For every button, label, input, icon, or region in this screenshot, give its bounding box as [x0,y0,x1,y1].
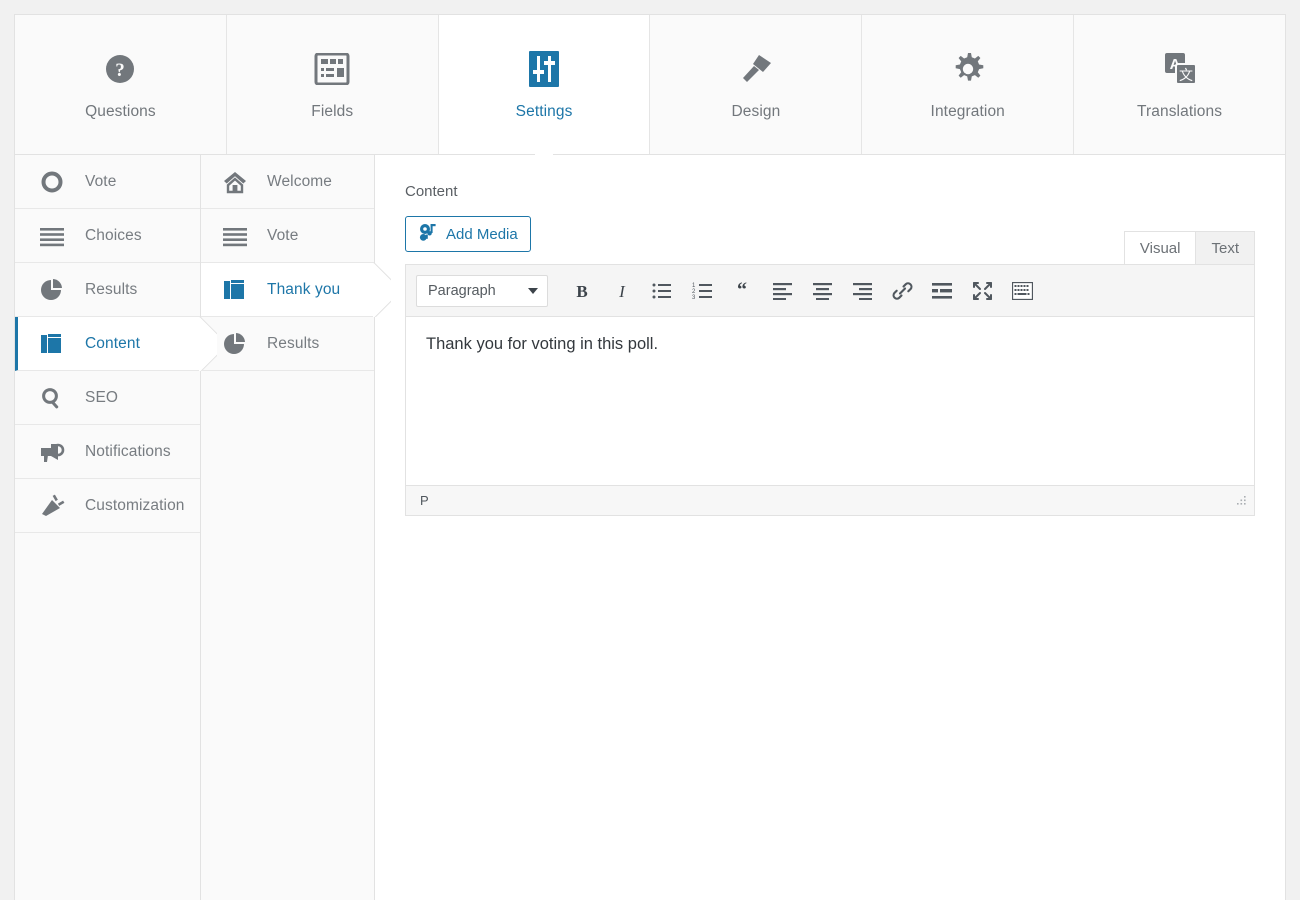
tab-label: Integration [930,102,1005,120]
svg-text:文: 文 [1179,68,1193,84]
add-media-button[interactable]: Add Media [405,216,531,252]
format-select[interactable]: Paragraph [416,274,548,307]
editor-content-area[interactable]: Thank you for voting in this poll. [406,317,1254,485]
align-left-icon[interactable] [762,272,802,310]
editor-status-bar: P [406,485,1254,515]
align-center-icon[interactable] [802,272,842,310]
translate-icon: A文 [1160,49,1200,89]
add-media-label: Add Media [446,225,518,243]
sidebar-item-thank-you[interactable]: Thank you [201,263,374,317]
sidebar-item-results[interactable]: Results [15,263,200,317]
pie-chart-icon [35,278,69,302]
editor-frame: Paragraph B I 123 “ Thank you for voting… [405,264,1255,516]
fullscreen-icon[interactable] [962,272,1002,310]
svg-text:I: I [618,282,626,301]
editor-body: Vote Choices Results Content SEO Notific… [15,155,1285,900]
tab-label: Questions [85,102,156,120]
element-path: P [420,493,429,508]
tab-settings[interactable]: Settings [438,15,651,154]
sidebar-item-label: Vote [267,226,299,244]
toolbar-toggle-icon[interactable] [1002,272,1042,310]
list-lines-icon [35,225,69,247]
tab-text[interactable]: Text [1195,231,1255,264]
read-more-icon[interactable] [922,272,962,310]
sidebar-item-label: SEO [85,388,119,406]
sidebar-item-label: Customization [85,496,185,514]
sidebar-item-results[interactable]: Results [201,317,374,371]
form-fields-icon [312,49,352,89]
pages-icon [219,278,251,302]
tab-design[interactable]: Design [650,15,863,154]
blockquote-icon[interactable]: “ [722,272,762,310]
align-right-icon[interactable] [842,272,882,310]
question-circle-icon: ? [100,49,140,89]
svg-text:“: “ [737,282,747,300]
sidebar-item-welcome[interactable]: Welcome [201,155,374,209]
gear-icon [948,49,988,89]
home-icon [219,170,251,194]
svg-text:?: ? [116,60,126,81]
bulleted-list-icon[interactable] [642,272,682,310]
bold-icon[interactable]: B [562,272,602,310]
tab-label: Fields [311,102,354,120]
tab-visual-label: Visual [1139,239,1181,257]
main-tabbar: ? Questions Fields Settings Design Integ… [15,15,1285,155]
svg-text:B: B [576,282,587,301]
tab-translations[interactable]: A文 Translations [1074,15,1285,154]
tab-fields[interactable]: Fields [226,15,439,154]
tab-label: Translations [1137,102,1223,120]
sidebar-secondary: Welcome Vote Thank you Results [201,155,375,900]
sidebar-item-vote[interactable]: Vote [201,209,374,263]
plug-icon [35,494,69,518]
content-section-label: Content [405,183,458,200]
link-icon[interactable] [882,272,922,310]
italic-icon[interactable]: I [602,272,642,310]
list-lines-icon [219,225,251,247]
editor-paragraph: Thank you for voting in this poll. [426,335,659,353]
sidebar-item-label: Vote [85,172,117,190]
sidebar-item-label: Welcome [267,172,333,190]
pages-icon [35,332,69,356]
editor-mode-tabs: Visual Text [1123,231,1255,264]
paintbrush-icon [736,49,776,89]
sidebar-item-choices[interactable]: Choices [15,209,200,263]
wp-editor: Visual Text Paragraph B I 1 2 3 “ Thank … [405,231,1255,516]
format-select-value: Paragraph [428,282,496,299]
chevron-down-icon [528,287,538,294]
megaphone-icon [35,440,69,464]
sidebar-item-vote[interactable]: Vote [15,155,200,209]
magnifier-icon [35,386,69,410]
tab-text-label: Text [1211,239,1239,257]
sidebar-item-label: Choices [85,226,142,244]
svg-text:3: 3 [692,295,696,300]
tab-label: Design [731,102,781,120]
sliders-icon [524,49,564,89]
content-pane: Content Add Media Visual Text Paragraph … [375,155,1285,900]
sidebar-item-notifications[interactable]: Notifications [15,425,200,479]
sidebar-primary: Vote Choices Results Content SEO Notific… [15,155,201,900]
sidebar-item-seo[interactable]: SEO [15,371,200,425]
sidebar-item-label: Notifications [85,442,171,460]
sidebar-item-label: Results [267,334,320,352]
sidebar-item-content[interactable]: Content [15,317,200,371]
sidebar-item-label: Content [85,334,140,352]
resize-handle-icon[interactable] [1234,494,1248,508]
sidebar-item-customization[interactable]: Customization [15,479,200,533]
numbered-list-icon[interactable]: 123 [682,272,722,310]
tab-questions[interactable]: ? Questions [15,15,227,154]
sidebar-item-label: Results [85,280,138,298]
tab-integration[interactable]: Integration [862,15,1075,154]
circle-icon [35,170,69,194]
tab-label: Settings [515,102,573,120]
add-media-icon [418,223,437,246]
poll-editor-panel: ? Questions Fields Settings Design Integ… [14,14,1286,900]
sidebar-item-label: Thank you [267,280,341,298]
tab-visual[interactable]: Visual [1123,231,1197,264]
pie-chart-icon [219,332,251,356]
editor-toolbar: Paragraph B I 123 “ [406,265,1254,317]
